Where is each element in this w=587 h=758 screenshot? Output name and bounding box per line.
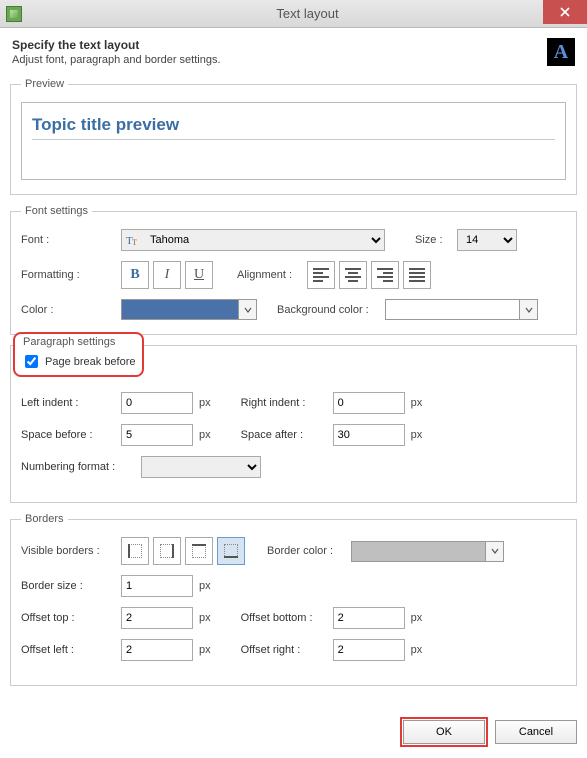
unit-label: px [411,397,423,409]
border-right-button[interactable] [153,537,181,565]
bold-icon: B [130,267,139,283]
offset-top-input[interactable] [121,607,193,629]
align-right-button[interactable] [371,261,399,289]
space-after-label: Space after : [241,429,333,441]
window-title: Text layout [28,6,587,21]
formatting-label: Formatting : [21,269,121,281]
paragraph-legend: Paragraph settings [21,336,136,348]
font-label: Font : [21,234,121,246]
unit-label: px [411,429,423,441]
border-color-swatch [351,541,486,562]
alignment-label: Alignment : [237,269,307,281]
border-left-button[interactable] [121,537,149,565]
page-break-input[interactable] [25,355,38,368]
bg-color-label: Background color : [277,304,385,316]
offset-left-input[interactable] [121,639,193,661]
bg-color-swatch [385,299,520,320]
offset-top-label: Offset top : [21,612,121,624]
size-label: Size : [415,234,457,246]
unit-label: px [199,397,211,409]
offset-left-label: Offset left : [21,644,121,656]
app-icon [6,6,22,22]
chevron-down-icon [520,299,538,320]
chevron-down-icon [486,541,504,562]
border-color-label: Border color : [267,545,351,557]
offset-bottom-label: Offset bottom : [241,612,333,624]
unit-label: px [199,429,211,441]
unit-label: px [411,644,423,656]
right-indent-label: Right indent : [241,397,333,409]
space-before-input[interactable] [121,424,193,446]
left-indent-input[interactable] [121,392,193,414]
offset-right-label: Offset right : [241,644,333,656]
borders-group: Borders Visible borders : Border color :… [10,513,577,686]
numbering-select[interactable] [141,456,261,478]
offset-bottom-input[interactable] [333,607,405,629]
align-center-button[interactable] [339,261,367,289]
font-settings-legend: Font settings [21,205,92,217]
chevron-down-icon [239,299,257,320]
font-settings-group: Font settings Font : TT Tahoma Size : 14… [10,205,577,335]
italic-icon: I [165,267,170,283]
color-picker[interactable] [121,299,257,320]
unit-label: px [199,580,211,592]
border-bottom-button[interactable] [217,537,245,565]
visible-borders-label: Visible borders : [21,545,121,557]
numbering-label: Numbering format : [21,461,141,473]
titlebar: Text layout [0,0,587,28]
space-after-input[interactable] [333,424,405,446]
page-break-label: Page break before [45,356,136,368]
border-top-button[interactable] [185,537,213,565]
underline-icon: U [194,267,204,283]
preview-box: Topic title preview [21,102,566,180]
dialog-header: Specify the text layout Adjust font, par… [10,38,577,66]
align-left-button[interactable] [307,261,335,289]
align-justify-button[interactable] [403,261,431,289]
left-indent-label: Left indent : [21,397,121,409]
color-swatch [121,299,239,320]
border-color-picker[interactable] [351,541,504,562]
cancel-button[interactable]: Cancel [495,720,577,744]
text-layout-icon: A [547,38,575,66]
preview-legend: Preview [21,78,68,90]
right-indent-input[interactable] [333,392,405,414]
preview-group: Preview Topic title preview [10,78,577,195]
font-select[interactable]: Tahoma [121,229,385,251]
close-icon [560,7,570,17]
bold-button[interactable]: B [121,261,149,289]
color-label: Color : [21,304,121,316]
page-break-checkbox[interactable]: Page break before [21,352,136,371]
offset-right-input[interactable] [333,639,405,661]
size-select[interactable]: 14 [457,229,517,251]
space-before-label: Space before : [21,429,121,441]
italic-button[interactable]: I [153,261,181,289]
border-size-label: Border size : [21,580,121,592]
header-title: Specify the text layout [12,38,221,52]
unit-label: px [411,612,423,624]
border-size-input[interactable] [121,575,193,597]
preview-text: Topic title preview [32,115,555,140]
unit-label: px [199,644,211,656]
close-button[interactable] [543,0,587,24]
ok-button[interactable]: OK [403,720,485,744]
header-subtitle: Adjust font, paragraph and border settin… [12,54,221,66]
unit-label: px [199,612,211,624]
paragraph-settings-group: Paragraph settings Page break before Lef… [10,345,577,503]
bg-color-picker[interactable] [385,299,538,320]
underline-button[interactable]: U [185,261,213,289]
dialog-footer: OK Cancel [0,708,587,758]
borders-legend: Borders [21,513,68,525]
